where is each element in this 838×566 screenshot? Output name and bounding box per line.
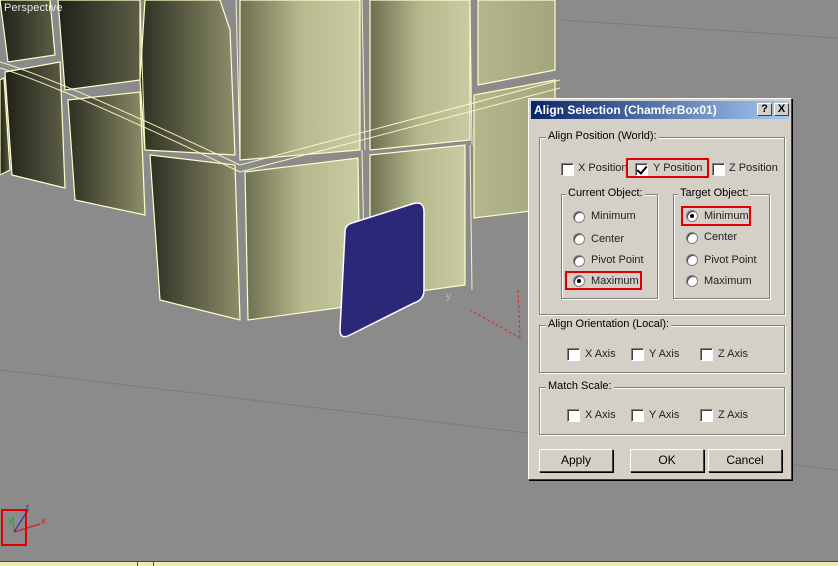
scale-z-axis-checkbox[interactable] bbox=[700, 409, 713, 422]
target-center-radio[interactable] bbox=[686, 232, 698, 244]
current-center-label: Center bbox=[591, 233, 625, 245]
current-object-title: Current Object: bbox=[566, 187, 645, 199]
apply-button[interactable]: Apply bbox=[539, 449, 613, 472]
orientation-z-axis-checkbox[interactable] bbox=[700, 348, 713, 361]
current-pivot-point-radio[interactable] bbox=[573, 255, 585, 267]
match-scale-group: Match Scale: X Axis Y Axis Z Axis bbox=[539, 380, 785, 435]
scale-y-axis-checkbox[interactable] bbox=[631, 409, 644, 422]
x-position-label: X Position bbox=[578, 162, 628, 174]
cancel-button[interactable]: Cancel bbox=[708, 449, 782, 472]
close-button[interactable]: X bbox=[774, 103, 789, 116]
target-pivot-point-label: Pivot Point bbox=[704, 254, 757, 266]
target-object-title: Target Object: bbox=[678, 187, 751, 199]
current-minimum-label: Minimum bbox=[591, 210, 636, 222]
target-minimum-label: Minimum bbox=[704, 210, 749, 222]
dialog-title: Align Selection (ChamferBox01) bbox=[534, 103, 717, 117]
align-position-title: Align Position (World): bbox=[546, 130, 659, 142]
z-position-checkbox[interactable] bbox=[712, 163, 725, 176]
axis-icon-highlight bbox=[1, 509, 27, 546]
orientation-x-axis-checkbox[interactable] bbox=[567, 348, 580, 361]
viewport-label[interactable]: Perspective bbox=[4, 2, 63, 14]
current-pivot-point-label: Pivot Point bbox=[591, 254, 644, 266]
align-selection-dialog: Align Selection (ChamferBox01) ? X Align… bbox=[528, 98, 792, 480]
current-object-group: Current Object: Minimum Center Pivot Poi… bbox=[561, 187, 658, 299]
current-minimum-radio[interactable] bbox=[573, 211, 585, 223]
x-position-checkbox[interactable] bbox=[561, 163, 574, 176]
timeline-strip bbox=[0, 561, 838, 566]
align-orientation-title: Align Orientation (Local): bbox=[546, 318, 672, 330]
target-minimum-radio[interactable] bbox=[686, 210, 698, 222]
z-position-label: Z Position bbox=[729, 162, 778, 174]
target-maximum-label: Maximum bbox=[704, 275, 752, 287]
timeline-tick bbox=[137, 562, 138, 566]
match-scale-title: Match Scale: bbox=[546, 380, 614, 392]
gizmo-y-label: y bbox=[446, 291, 451, 302]
orientation-y-axis-checkbox[interactable] bbox=[631, 348, 644, 361]
orientation-x-axis-label: X Axis bbox=[585, 348, 616, 360]
dialog-titlebar[interactable]: Align Selection (ChamferBox01) ? X bbox=[531, 101, 789, 119]
y-position-checkbox[interactable] bbox=[635, 163, 648, 176]
help-button[interactable]: ? bbox=[757, 103, 772, 116]
align-position-group: Align Position (World): X Position Y Pos… bbox=[539, 130, 785, 315]
orientation-y-axis-label: Y Axis bbox=[649, 348, 680, 360]
current-maximum-label: Maximum bbox=[591, 275, 639, 287]
timeline-tick bbox=[153, 562, 154, 566]
target-center-label: Center bbox=[704, 231, 738, 243]
scale-x-axis-checkbox[interactable] bbox=[567, 409, 580, 422]
scale-x-axis-label: X Axis bbox=[585, 409, 616, 421]
scale-y-axis-label: Y Axis bbox=[649, 409, 680, 421]
y-position-label: Y Position bbox=[653, 162, 703, 174]
current-maximum-radio[interactable] bbox=[573, 275, 585, 287]
scale-z-axis-label: Z Axis bbox=[718, 409, 748, 421]
target-pivot-point-radio[interactable] bbox=[686, 254, 698, 266]
axis-x-label: x bbox=[41, 516, 46, 527]
target-maximum-radio[interactable] bbox=[686, 275, 698, 287]
align-orientation-group: Align Orientation (Local): X Axis Y Axis… bbox=[539, 318, 785, 373]
orientation-z-axis-label: Z Axis bbox=[718, 348, 748, 360]
current-center-radio[interactable] bbox=[573, 233, 585, 245]
target-object-group: Target Object: Minimum Center Pivot Poin… bbox=[673, 187, 770, 299]
ok-button[interactable]: OK bbox=[630, 449, 704, 472]
